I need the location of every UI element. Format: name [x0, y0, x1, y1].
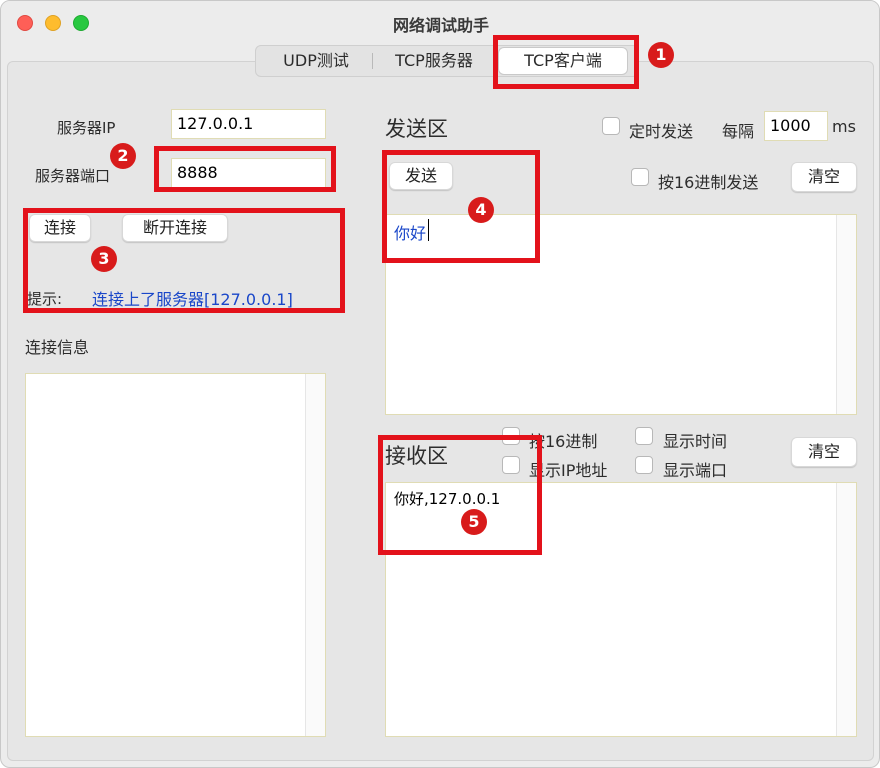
server-ip-input[interactable]: 127.0.0.1 — [171, 109, 326, 139]
interval-label: 每隔 — [722, 122, 755, 141]
window-title: 网络调试助手 — [392, 16, 489, 35]
interval-input[interactable]: 1000 — [764, 111, 828, 141]
show-time-label: 显示时间 — [663, 432, 728, 451]
send-clear-button[interactable]: 清空 — [791, 162, 857, 192]
annotation-box-5 — [378, 435, 542, 555]
annotation-badge-3: 3 — [91, 246, 117, 272]
connection-info-label: 连接信息 — [25, 338, 90, 357]
show-time-checkbox[interactable] — [635, 427, 653, 445]
timed-send-label: 定时发送 — [629, 122, 694, 141]
server-port-label: 服务器端口 — [35, 167, 111, 185]
app-window: 网络调试助手 UDP测试 TCP服务器 TCP客户端 服务器IP 127.0.0… — [0, 0, 880, 768]
annotation-box-4 — [382, 150, 540, 263]
title-bar: 网络调试助手 — [1, 1, 879, 45]
show-port-checkbox[interactable] — [635, 456, 653, 474]
connection-info-scrollbar[interactable] — [305, 374, 325, 736]
connection-info-list[interactable] — [25, 373, 326, 737]
send-scrollbar[interactable] — [836, 215, 856, 414]
tab-tcp-server[interactable]: TCP服务器 — [378, 46, 490, 76]
annotation-badge-2: 2 — [110, 143, 136, 169]
annotation-box-3 — [23, 208, 345, 313]
annotation-badge-1: 1 — [648, 42, 674, 68]
annotation-badge-5: 5 — [461, 509, 487, 535]
annotation-badge-4: 4 — [468, 197, 494, 223]
tab-separator — [372, 53, 373, 69]
send-area-title: 发送区 — [385, 117, 448, 141]
server-ip-label: 服务器IP — [57, 119, 116, 137]
tab-udp-test[interactable]: UDP测试 — [264, 46, 368, 76]
hex-send-label: 按16进制发送 — [658, 173, 759, 192]
annotation-box-1 — [493, 35, 639, 89]
receive-clear-button[interactable]: 清空 — [791, 437, 857, 467]
show-port-label: 显示端口 — [663, 461, 728, 480]
timed-send-checkbox[interactable] — [602, 117, 620, 135]
annotation-box-2 — [154, 146, 336, 192]
hex-send-checkbox[interactable] — [631, 168, 649, 186]
interval-unit: ms — [832, 117, 856, 136]
receive-scrollbar[interactable] — [836, 483, 856, 736]
